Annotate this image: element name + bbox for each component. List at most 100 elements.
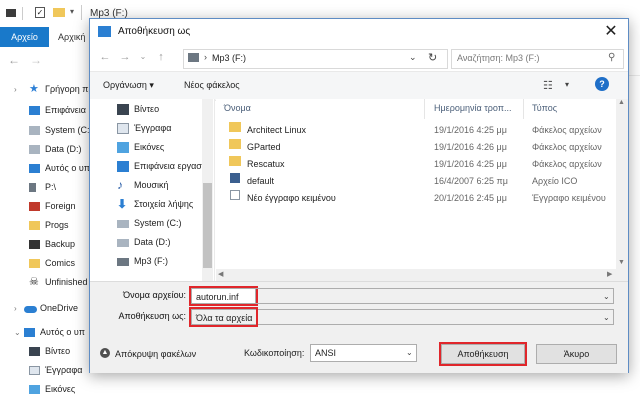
nav-item-label: Data (D:) <box>134 237 171 247</box>
folder-icon <box>229 156 241 166</box>
filename-dropdown-icon[interactable]: ⌄ <box>603 289 610 305</box>
address-bar[interactable]: › Mp3 (F:) ⌄ ↻ <box>183 49 448 69</box>
chevron-up-icon[interactable]: ▲ <box>100 348 110 358</box>
scroll-down-icon[interactable]: ▼ <box>618 259 625 266</box>
divider <box>81 5 82 20</box>
file-row[interactable]: GParted 19/1/2016 4:26 μμ Φάκελος αρχείω… <box>216 139 616 156</box>
column-header-name[interactable]: Όνομα <box>216 99 425 119</box>
cancel-button[interactable]: Άκυρο <box>536 344 617 364</box>
up-arrow-icon[interactable]: ↑ <box>154 50 168 64</box>
sidebar-item-label: Αυτός ο υπ <box>40 327 85 337</box>
address-dropdown-icon[interactable]: ⌄ <box>409 52 417 63</box>
recent-dropdown-icon[interactable]: ⌄ <box>136 50 150 64</box>
filename-input[interactable]: autorun.inf ⌄ <box>191 288 614 304</box>
help-button[interactable]: ? <box>595 77 609 91</box>
nav-item-desktop[interactable]: Επιφάνεια εργασ <box>90 157 214 176</box>
sidebar-item[interactable]: Backup <box>0 235 92 254</box>
file-type: Φάκελος αρχείων <box>532 142 602 152</box>
chevron-right-icon[interactable]: › <box>204 52 207 62</box>
refresh-icon[interactable]: ↻ <box>428 51 437 64</box>
save-as-dialog: Αποθήκευση ως ✕ ← → ⌄ ↑ › Mp3 (F:) ⌄ ↻ Α… <box>89 18 629 373</box>
file-row[interactable]: Νέο έγγραφο κειμένου 20/1/2016 2:45 μμ Έ… <box>216 190 616 207</box>
sidebar-item[interactable]: › OneDrive <box>0 299 92 318</box>
encoding-select[interactable]: ANSI ⌄ <box>310 344 417 362</box>
file-date: 19/1/2016 4:25 μμ <box>434 125 507 135</box>
back-arrow-icon[interactable]: ← <box>98 50 112 64</box>
sidebar-item[interactable]: Αυτός ο υπ <box>0 159 92 178</box>
scroll-up-icon[interactable]: ▲ <box>618 99 625 106</box>
back-arrow-icon[interactable]: ← <box>8 53 20 67</box>
file-list-vertical-scrollbar[interactable]: ▲ ▼ <box>616 99 628 281</box>
column-header-date[interactable]: Ημερομηνία τροπ... <box>426 99 524 119</box>
file-date: 16/4/2007 6:25 πμ <box>434 176 508 186</box>
view-dropdown-icon[interactable]: ▾ <box>565 80 569 89</box>
nav-scrollbar-thumb[interactable] <box>203 183 212 268</box>
drive-icon <box>188 53 199 62</box>
folder-icon: ☠ <box>29 276 39 288</box>
close-button[interactable]: ✕ <box>600 22 622 42</box>
savetype-dropdown-icon[interactable]: ⌄ <box>603 310 610 326</box>
nav-item-music[interactable]: ♪ Μουσική <box>90 176 214 195</box>
scroll-right-icon[interactable]: ▶ <box>607 270 612 278</box>
properties-icon[interactable]: ✓ <box>35 7 45 18</box>
sidebar-item[interactable]: › ★ Γρήγορη πρ <box>0 80 92 99</box>
explorer-sidebar: › ★ Γρήγορη πρ Επιφάνεια System (C: Data… <box>0 75 92 402</box>
file-name: Rescatux <box>247 159 285 169</box>
ribbon-home-tab[interactable]: Αρχική <box>58 27 85 47</box>
nav-item-label: Στοιχεία λήψης <box>134 199 194 209</box>
folder-icon <box>229 139 241 149</box>
nav-item-videos[interactable]: Βίντεο <box>90 100 214 119</box>
folder-icon <box>29 259 40 268</box>
nav-item-mp3-f[interactable]: Mp3 (F:) <box>90 252 214 271</box>
forward-arrow-icon[interactable]: → <box>118 50 132 64</box>
sidebar-item[interactable]: Data (D:) <box>0 140 92 159</box>
sidebar-item[interactable]: Επιφάνεια <box>0 101 92 120</box>
search-icon[interactable]: ⚲ <box>608 52 615 63</box>
file-date: 19/1/2016 4:25 μμ <box>434 159 507 169</box>
sidebar-item[interactable]: ☠ Unfinished <box>0 273 92 292</box>
qat-dropdown-icon[interactable]: ▾ <box>70 7 74 16</box>
organize-button[interactable]: Οργάνωση ▾ <box>103 80 154 91</box>
sidebar-item[interactable]: P:\ <box>0 178 92 197</box>
drive-icon <box>117 258 129 266</box>
search-input[interactable]: Αναζήτηση: Mp3 (F:) ⚲ <box>451 49 624 69</box>
forward-arrow-icon[interactable]: → <box>30 53 42 67</box>
nav-item-label: Έγγραφα <box>134 123 172 133</box>
sidebar-item-label: Αυτός ο υπ <box>45 163 90 173</box>
save-button[interactable]: Αποθήκευση <box>439 342 527 366</box>
file-list-horizontal-scrollbar[interactable]: ◀ ▶ <box>216 269 616 281</box>
sidebar-item[interactable]: Foreign <box>0 197 92 216</box>
filename-label: Όνομα αρχείου: <box>123 290 186 300</box>
file-row[interactable]: Rescatux 19/1/2016 4:25 μμ Φάκελος αρχεί… <box>216 156 616 173</box>
encoding-value: ANSI <box>315 348 337 358</box>
file-row[interactable]: default 16/4/2007 6:25 πμ Αρχείο ICO <box>216 173 616 190</box>
nav-item-pictures[interactable]: Εικόνες <box>90 138 214 157</box>
sidebar-item[interactable]: Εικόνες <box>0 380 92 399</box>
new-folder-button[interactable]: Νέος φάκελος <box>184 80 240 90</box>
chevron-right-icon[interactable]: › <box>14 299 17 318</box>
dialog-form: Όνομα αρχείου: autorun.inf ⌄ Αποθήκευση … <box>90 281 628 373</box>
encoding-dropdown-icon[interactable]: ⌄ <box>406 345 413 361</box>
computer-icon <box>24 328 35 337</box>
view-options-icon[interactable]: ☷ <box>543 79 553 92</box>
file-row[interactable]: Architect Linux 19/1/2016 4:25 μμ Φάκελο… <box>216 122 616 139</box>
sidebar-item[interactable]: ⌄ Αυτός ο υπ <box>0 323 92 342</box>
sidebar-item[interactable]: Έγγραφα <box>0 361 92 380</box>
sidebar-item[interactable]: Βίντεο <box>0 342 92 361</box>
chevron-down-icon[interactable]: ⌄ <box>14 323 21 342</box>
ribbon-file-tab[interactable]: Αρχείο <box>0 27 49 47</box>
nav-item-documents[interactable]: Έγγραφα <box>90 119 214 138</box>
nav-item-downloads[interactable]: ⬇ Στοιχεία λήψης <box>90 195 214 214</box>
sidebar-item[interactable]: Comics <box>0 254 92 273</box>
hide-folders-button[interactable]: Απόκρυψη φακέλων <box>115 349 196 359</box>
nav-item-data-d[interactable]: Data (D:) <box>90 233 214 252</box>
nav-item-system-c[interactable]: System (C:) <box>90 214 214 233</box>
column-header-type[interactable]: Τύπος <box>524 99 616 119</box>
sidebar-item[interactable]: System (C: <box>0 121 92 140</box>
encoding-label: Κωδικοποίηση: <box>244 348 305 358</box>
chevron-right-icon[interactable]: › <box>14 80 17 99</box>
file-name: default <box>247 176 275 186</box>
folder-icon[interactable] <box>53 8 65 17</box>
sidebar-item[interactable]: Progs <box>0 216 92 235</box>
scroll-left-icon[interactable]: ◀ <box>218 270 223 278</box>
